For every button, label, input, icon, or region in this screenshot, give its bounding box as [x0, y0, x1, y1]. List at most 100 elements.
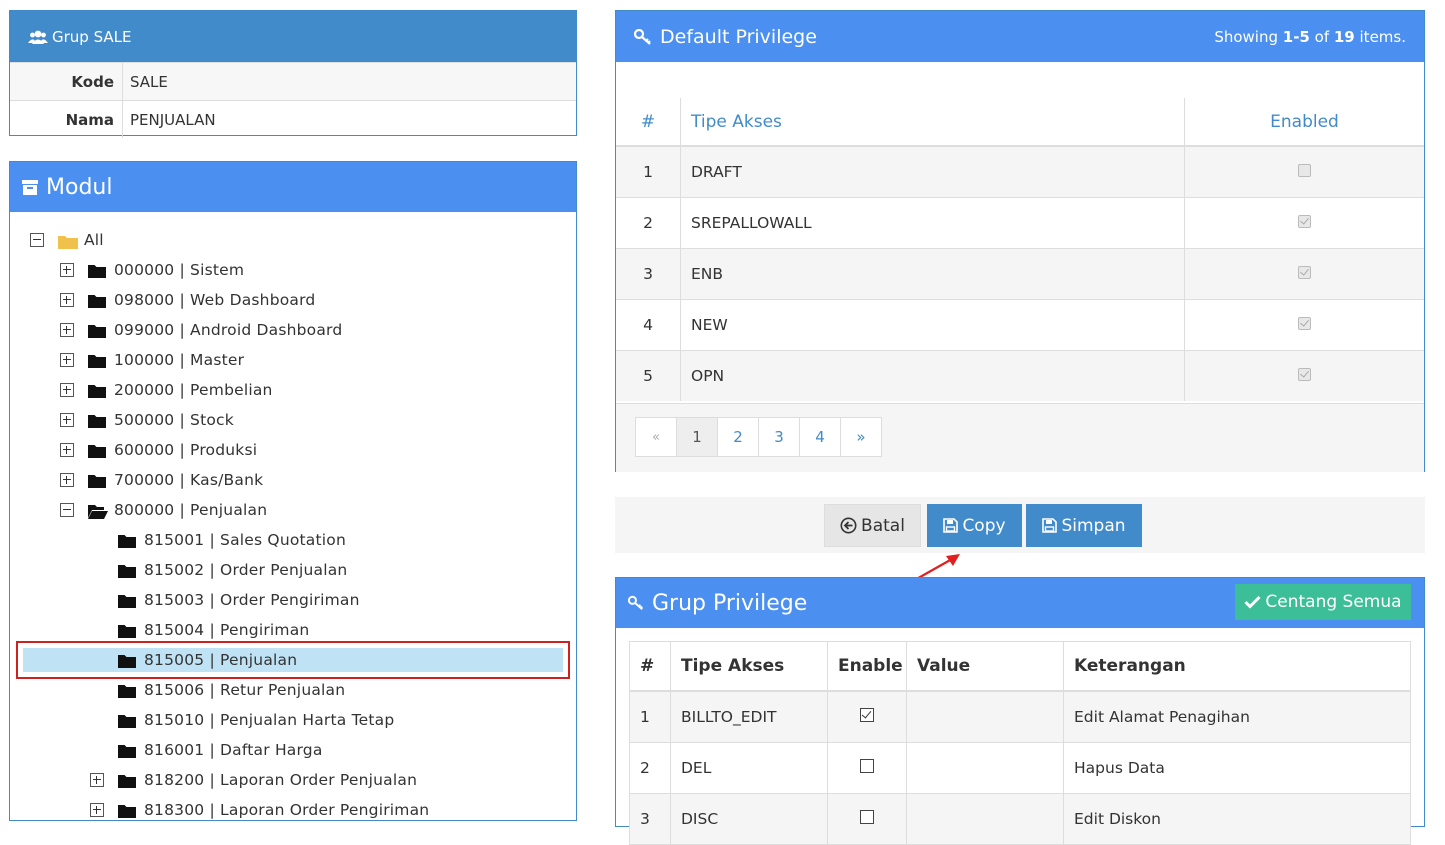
tree-node[interactable]: 700000 | Kas/Bank: [60, 465, 263, 495]
pager-prev[interactable]: «: [636, 418, 677, 456]
batal-button[interactable]: Batal: [824, 504, 921, 547]
tree-node[interactable]: 100000 | Master: [60, 345, 244, 375]
pager-page[interactable]: 3: [759, 418, 800, 456]
modul-title: Modul: [46, 174, 113, 200]
save-icon: [943, 518, 959, 533]
pager-page[interactable]: 1: [677, 418, 718, 456]
row-enabled: [1184, 145, 1424, 198]
back-circle-icon: [840, 517, 857, 534]
centang-semua-button[interactable]: Centang Semua: [1235, 584, 1411, 620]
summary-prefix: Showing: [1214, 27, 1283, 46]
row-enable: [827, 690, 907, 743]
copy-label: Copy: [962, 515, 1006, 536]
batal-label: Batal: [861, 515, 905, 536]
tree-node-label: 200000 | Pembelian: [114, 381, 273, 399]
tree-node[interactable]: 200000 | Pembelian: [60, 375, 273, 405]
expand-icon[interactable]: [60, 473, 74, 487]
copy-button[interactable]: Copy: [927, 504, 1022, 547]
expand-icon[interactable]: [60, 413, 74, 427]
row-tipe-akses: DEL: [670, 742, 828, 794]
centang-semua-label: Centang Semua: [1265, 592, 1402, 612]
tree-node[interactable]: 099000 | Android Dashboard: [60, 315, 342, 345]
pager-page[interactable]: 4: [800, 418, 841, 456]
default-privilege-panel: Default Privilege Showing 1-5 of 19 item…: [615, 10, 1425, 472]
grup-privilege-title: Grup Privilege: [652, 590, 808, 616]
folder-icon: [88, 264, 106, 278]
action-bar: Batal Copy Simpan: [615, 497, 1425, 553]
row-tipe-akses: DISC: [670, 793, 828, 845]
col-num[interactable]: #: [616, 98, 681, 147]
tree-node[interactable]: 800000 | Penjualan: [60, 495, 267, 525]
tree-node[interactable]: 816001 | Daftar Harga: [90, 735, 323, 765]
key-icon: [634, 28, 652, 45]
kode-value: SALE: [130, 72, 168, 91]
tree-node[interactable]: 818200 | Laporan Order Penjualan: [90, 765, 417, 795]
tree-node-label: All: [84, 231, 104, 249]
expand-icon[interactable]: [60, 353, 74, 367]
grup-privilege-panel: Grup Privilege Centang Semua # Tipe Akse…: [615, 577, 1425, 845]
table-row: 1 BILLTO_EDIT Edit Alamat Penagihan: [629, 690, 1411, 743]
expand-icon[interactable]: [60, 293, 74, 307]
row-tipe-akses: ENB: [680, 248, 1185, 300]
expand-icon[interactable]: [60, 383, 74, 397]
col-enabled[interactable]: Enabled: [1184, 98, 1424, 147]
tree-node[interactable]: 815006 | Retur Penjualan: [90, 675, 345, 705]
col-tipe-akses[interactable]: Tipe Akses: [680, 98, 1185, 147]
expand-icon[interactable]: [60, 263, 74, 277]
folder-icon: [118, 684, 136, 698]
expand-icon[interactable]: [90, 803, 104, 817]
enabled-checkbox: [1298, 215, 1311, 228]
tree-node-label: 816001 | Daftar Harga: [144, 741, 323, 759]
col-tipe-akses: Tipe Akses: [670, 641, 828, 692]
enable-checkbox[interactable]: [859, 708, 874, 722]
row-num: 1: [616, 145, 681, 198]
folder-icon: [118, 714, 136, 728]
expand-icon[interactable]: [60, 323, 74, 337]
tree-node[interactable]: 098000 | Web Dashboard: [60, 285, 315, 315]
col-value: Value: [906, 641, 1064, 692]
tree-node[interactable]: 815005 | Penjualan: [90, 645, 297, 675]
table-row: 4 NEW: [616, 299, 1424, 351]
tree-node[interactable]: 600000 | Produksi: [60, 435, 257, 465]
tree-node[interactable]: 000000 | Sistem: [60, 255, 244, 285]
folder-icon: [88, 294, 106, 308]
expand-icon[interactable]: [60, 443, 74, 457]
enabled-checkbox: [1298, 317, 1311, 330]
row-value: [906, 742, 1064, 794]
simpan-label: Simpan: [1061, 515, 1126, 536]
collapse-icon[interactable]: [60, 503, 74, 517]
folder-icon: [118, 624, 136, 638]
enable-checkbox[interactable]: [859, 759, 874, 773]
simpan-button[interactable]: Simpan: [1026, 504, 1142, 547]
collapse-icon[interactable]: [30, 233, 44, 247]
row-enable: [827, 793, 907, 845]
tree-node[interactable]: 500000 | Stock: [60, 405, 234, 435]
row-enabled: [1184, 350, 1424, 401]
pager-next[interactable]: »: [841, 418, 881, 456]
tree-node[interactable]: 815001 | Sales Quotation: [90, 525, 346, 555]
table-row: 2 DEL Hapus Data: [629, 742, 1411, 794]
row-enabled: [1184, 248, 1424, 300]
tree-node[interactable]: 815003 | Order Pengiriman: [90, 585, 360, 615]
tree-node-label: 818300 | Laporan Order Pengiriman: [144, 801, 430, 819]
tree-node[interactable]: All: [30, 225, 104, 255]
tree-node[interactable]: 815002 | Order Penjualan: [90, 555, 347, 585]
col-num: #: [629, 641, 671, 692]
tree-node-label: 600000 | Produksi: [114, 441, 258, 459]
row-num: 2: [616, 197, 681, 249]
tree-node[interactable]: 818300 | Laporan Order Pengiriman: [90, 795, 429, 825]
folder-icon: [88, 324, 106, 338]
summary-of: of: [1309, 27, 1334, 46]
enabled-checkbox: [1298, 368, 1311, 381]
grup-header: Grup SALE: [10, 11, 576, 62]
row-keterangan: Hapus Data: [1063, 742, 1411, 794]
expand-icon[interactable]: [90, 773, 104, 787]
enable-checkbox[interactable]: [859, 810, 874, 824]
pagination: «1 2 3 4»: [635, 417, 882, 457]
grup-title: Grup SALE: [52, 27, 132, 46]
pager-page[interactable]: 2: [718, 418, 759, 456]
default-privilege-table: # Tipe Akses Enabled 1 DRAFT 2 SREPALLOWALL…: [616, 98, 1424, 401]
tree-node[interactable]: 815010 | Penjualan Harta Tetap: [90, 705, 394, 735]
tree-node-label: 100000 | Master: [114, 351, 245, 369]
row-tipe-akses: DRAFT: [680, 145, 1185, 198]
